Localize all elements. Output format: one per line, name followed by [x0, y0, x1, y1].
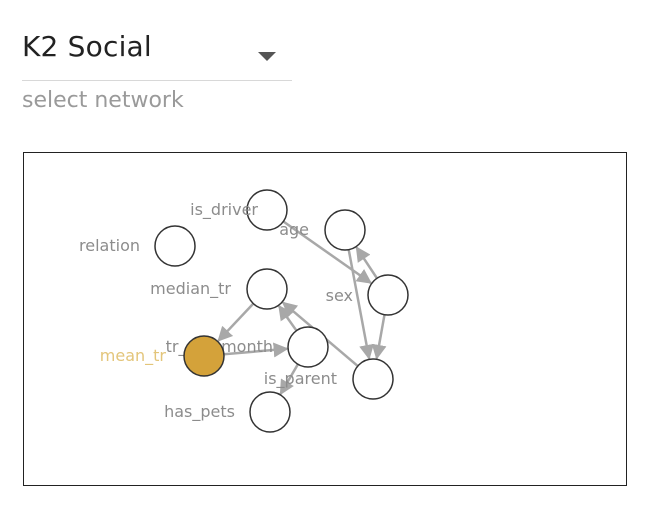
node-label: relation [79, 236, 140, 255]
edge-sex-is_parent [371, 314, 387, 360]
node-circle[interactable] [249, 391, 291, 433]
node-circle[interactable] [352, 358, 394, 400]
network-select[interactable]: K2 Social [22, 20, 292, 81]
chevron-down-icon[interactable] [258, 52, 276, 61]
node-relation[interactable]: relation [79, 225, 196, 267]
node-label: age [279, 220, 309, 239]
node-is_driver[interactable]: is_driver [190, 189, 288, 231]
node-label: is_driver [190, 200, 258, 220]
node-circle[interactable] [324, 209, 366, 251]
node-median_tr[interactable]: median_tr [150, 268, 288, 310]
node-has_pets[interactable]: has_pets [164, 391, 291, 433]
network-graph[interactable]: is_driverrelationagemedian_trsextr_per_m… [23, 152, 627, 486]
node-age[interactable]: age [279, 209, 366, 251]
node-circle[interactable] [246, 268, 288, 310]
node-circle[interactable] [287, 326, 329, 368]
node-is_parent[interactable]: is_parent [264, 358, 394, 400]
node-label: is_parent [264, 369, 337, 389]
edge-median_tr-mean_tr [217, 302, 255, 342]
node-label: sex [326, 286, 353, 305]
network-select-value: K2 Social [22, 30, 152, 63]
node-circle[interactable] [154, 225, 196, 267]
node-circle[interactable] [183, 335, 225, 377]
node-mean_tr[interactable]: mean_tr [100, 335, 225, 377]
node-circle[interactable] [367, 274, 409, 316]
network-graph-canvas[interactable]: is_driverrelationagemedian_trsextr_per_m… [24, 153, 628, 487]
network-select-helper: select network [22, 88, 184, 113]
node-label: median_tr [150, 279, 231, 299]
node-label: mean_tr [100, 346, 167, 366]
edge-tr_per_month-median_tr [278, 304, 298, 332]
nodes-layer: is_driverrelationagemedian_trsextr_per_m… [79, 189, 409, 433]
page: K2 Social select network is_driverrelati… [0, 0, 670, 530]
node-label: has_pets [164, 402, 235, 422]
